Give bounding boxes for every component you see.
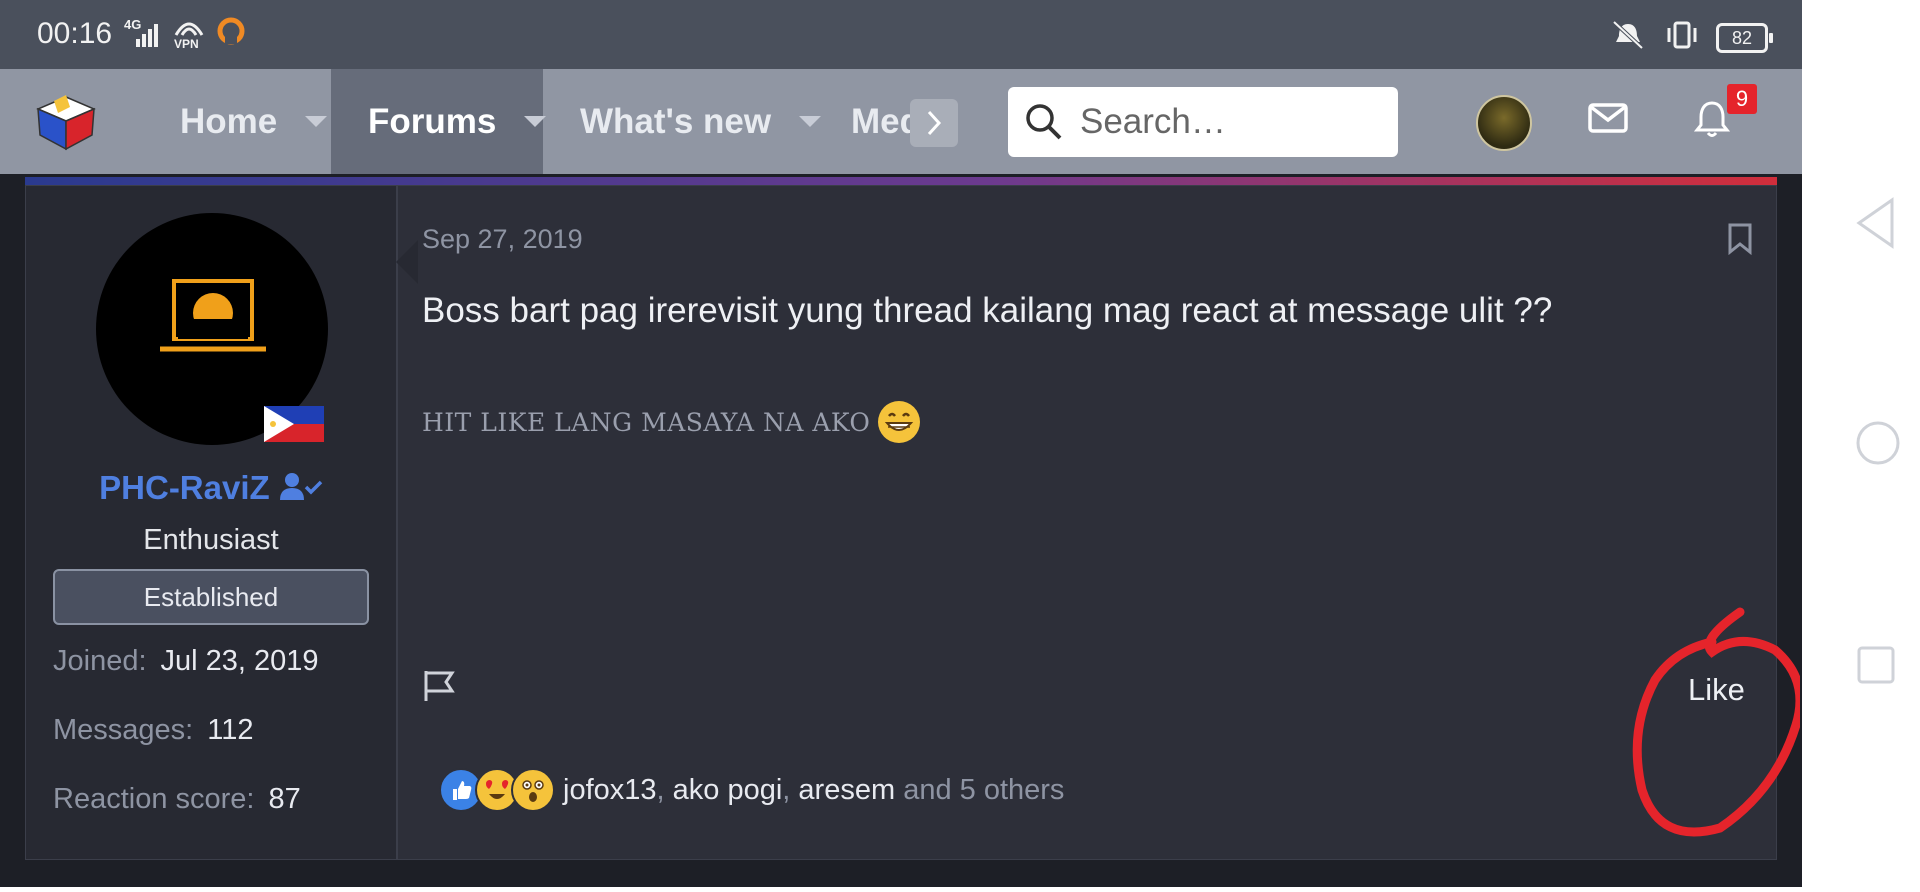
tab-whats-new-label: What's new — [580, 101, 772, 141]
tab-whats-new[interactable]: What's new — [580, 69, 822, 174]
reaction-user-link[interactable]: jofox13 — [563, 774, 657, 806]
recents-icon[interactable] — [1857, 646, 1895, 684]
stat-value: Jul 23, 2019 — [160, 645, 319, 677]
signal-icon: 4G — [122, 17, 162, 49]
tab-forums[interactable]: Forums — [331, 69, 547, 174]
rank-badge: Established — [53, 569, 369, 625]
stat-label: Joined: — [53, 645, 147, 677]
tab-forums-label: Forums — [368, 101, 497, 141]
user-title: Enthusiast — [143, 524, 279, 556]
account-avatar[interactable] — [1476, 95, 1532, 151]
mute-vibrate-icon — [1608, 18, 1648, 57]
bell-icon — [1693, 101, 1731, 137]
stat-value: 112 — [207, 714, 254, 746]
alerts-button[interactable] — [1693, 99, 1731, 144]
stat-label: Messages: — [53, 714, 194, 746]
reaction-user-link[interactable]: ako pogi — [673, 774, 783, 806]
chevron-right-icon — [927, 110, 942, 136]
search-box[interactable] — [1008, 87, 1398, 157]
username-link[interactable]: PHC-RaviZ — [26, 469, 396, 507]
system-navigation-bar — [1802, 0, 1920, 887]
search-icon — [1026, 104, 1062, 140]
report-button[interactable] — [421, 668, 457, 709]
tab-home[interactable]: Home — [180, 69, 328, 174]
reaction-user-link[interactable]: aresem — [798, 774, 895, 806]
post-body: Boss bart pag irerevisit yung thread kai… — [422, 291, 1553, 330]
site-navbar: Home Forums What's new Media — [0, 69, 1802, 174]
back-icon[interactable] — [1856, 197, 1894, 249]
vpn-icon: VPN — [172, 17, 206, 51]
stat-label: Reaction score: — [53, 783, 255, 815]
site-logo[interactable] — [36, 95, 96, 151]
status-bar: 00:16 4G VPN 82 — [0, 0, 1802, 69]
post-signature: HIT LIKE LANG MASAYA NA AKO — [422, 401, 921, 443]
post-user-panel: PHC-RaviZ Enthusiast Established Joined:… — [26, 186, 418, 859]
search-input[interactable] — [1078, 101, 1382, 143]
vibrate-icon — [1664, 20, 1700, 55]
signature-text: HIT LIKE LANG MASAYA NA AKO — [422, 407, 871, 437]
wow-reaction-icon — [511, 768, 555, 812]
reaction-users[interactable]: jofox13, ako pogi, aresem and 5 others — [563, 774, 1064, 807]
philippines-flag-icon — [264, 406, 324, 442]
chevron-down-icon[interactable] — [799, 116, 822, 127]
bookmark-button[interactable] — [1727, 223, 1753, 260]
reaction-others-link[interactable]: and 5 others — [903, 774, 1064, 806]
chevron-down-icon[interactable] — [305, 116, 328, 127]
stat-messages: Messages: 112 — [53, 714, 253, 747]
stat-reaction-score: Reaction score: 87 — [53, 783, 301, 816]
inbox-button[interactable] — [1588, 102, 1628, 139]
grin-emoji-icon — [878, 401, 921, 443]
flag-icon — [424, 671, 455, 701]
accent-bar — [25, 177, 1777, 185]
alerts-count-badge: 9 — [1727, 84, 1757, 114]
headset-icon — [216, 16, 246, 51]
verified-user-icon — [279, 473, 323, 500]
forum-post: PHC-RaviZ Enthusiast Established Joined:… — [25, 185, 1777, 860]
phone-screen: 00:16 4G VPN 82 Home Forums What's new M… — [0, 0, 1802, 887]
username: PHC-RaviZ — [99, 469, 270, 506]
envelope-icon — [1588, 103, 1628, 133]
bookmark-icon — [1728, 223, 1752, 256]
home-icon[interactable] — [1856, 421, 1900, 465]
post-date[interactable]: Sep 27, 2019 — [422, 224, 583, 255]
tab-home-label: Home — [180, 101, 278, 141]
red-annotation-circle — [1630, 600, 1802, 855]
stat-value: 87 — [268, 783, 301, 815]
reactions-bar[interactable]: jofox13, ako pogi, aresem and 5 others — [439, 768, 1064, 812]
stat-joined: Joined: Jul 23, 2019 — [53, 645, 319, 678]
nav-scroll-right-button[interactable] — [910, 99, 958, 147]
clock: 00:16 — [37, 17, 113, 50]
chevron-down-icon[interactable] — [524, 116, 547, 127]
battery-icon: 82 — [1716, 22, 1773, 53]
